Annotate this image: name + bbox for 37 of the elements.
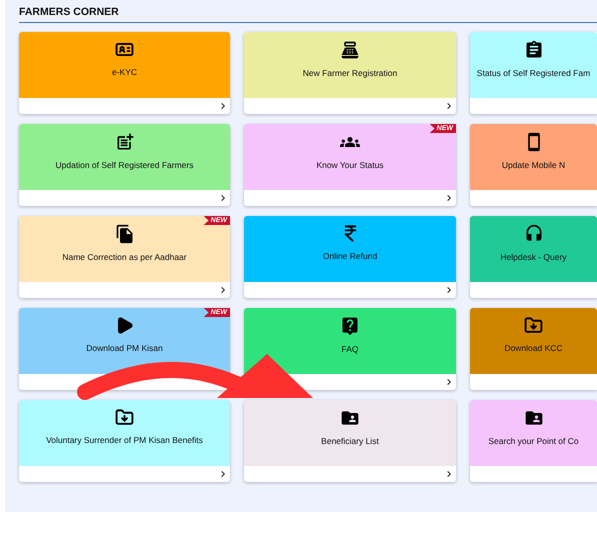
card-label: Updation of Self Registered Farmers: [54, 161, 194, 171]
service-card[interactable]: Search your Point of Co: [470, 400, 597, 482]
card-label: e-KYC: [110, 68, 138, 78]
card-label: Voluntary Surrender of PM Kisan Benefits: [45, 436, 204, 446]
card-label: Download KCC: [503, 344, 564, 354]
section-title: FARMERS CORNER: [19, 5, 119, 20]
card-label: Know Your Status: [315, 161, 385, 171]
service-card[interactable]: Download KCC: [470, 308, 597, 390]
service-card[interactable]: FAQ: [244, 308, 456, 390]
card-label: Online Refund: [322, 252, 378, 262]
card-label: Status of Self Registered Fam: [476, 69, 592, 79]
service-card[interactable]: Updation of Self Registered Farmers: [19, 124, 230, 206]
id-card-icon: [115, 40, 134, 59]
folder-download-icon: [115, 408, 134, 427]
service-card[interactable]: Update Mobile N: [470, 124, 597, 206]
card-label: Helpdesk - Query: [499, 253, 568, 263]
service-card[interactable]: New Farmer Registration: [244, 32, 456, 114]
card-label: Download PM Kisan: [85, 344, 164, 354]
folder-download-icon: [524, 316, 543, 335]
service-card[interactable]: Voluntary Surrender of PM Kisan Benefits: [19, 400, 230, 482]
service-card[interactable]: Online Refund: [244, 216, 456, 298]
card-label: Beneficiary List: [320, 437, 380, 447]
service-card[interactable]: Status of Self Registered Fam: [470, 32, 597, 114]
clipboards-icon: [114, 224, 134, 244]
service-card[interactable]: Beneficiary List: [244, 400, 456, 482]
note-add-icon: [114, 132, 134, 152]
card-label: New Farmer Registration: [302, 69, 398, 79]
card-label: Update Mobile N: [500, 161, 566, 171]
cash-register-icon: [340, 40, 360, 60]
question-chat-icon: [340, 316, 360, 336]
card-label: Name Correction as per Aadhaar: [61, 253, 188, 263]
card-label: FAQ: [340, 345, 360, 355]
card-label: Search your Point of Co: [487, 437, 580, 447]
service-card[interactable]: Helpdesk - Query: [470, 216, 597, 298]
play-icon: [115, 316, 134, 335]
service-card[interactable]: e-KYC: [19, 32, 230, 114]
clipboard-icon: [524, 40, 544, 60]
